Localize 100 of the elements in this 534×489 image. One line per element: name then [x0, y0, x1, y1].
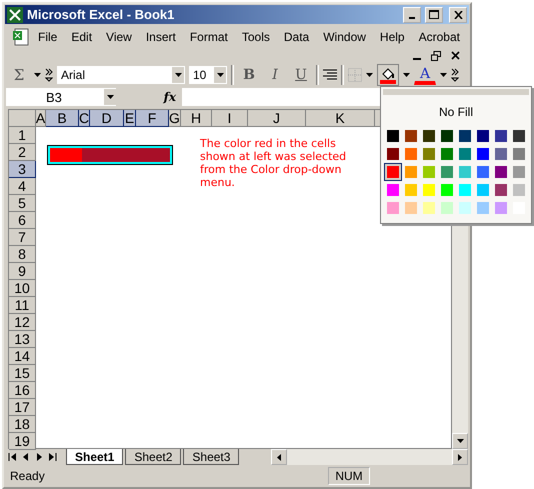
column-header[interactable]: B	[46, 110, 79, 128]
fill-color-button[interactable]	[377, 64, 399, 86]
sheet-tab[interactable]: Sheet1	[66, 449, 124, 466]
maximize-button[interactable]	[425, 6, 443, 23]
column-header[interactable]: K	[306, 110, 375, 128]
row-header[interactable]: 6	[9, 212, 36, 230]
fill-dropdown-icon[interactable]	[403, 73, 410, 77]
font-color-button[interactable]: A	[414, 65, 436, 85]
font-field[interactable]: Arial	[57, 66, 185, 84]
color-swatch[interactable]	[456, 199, 474, 217]
font-size-field[interactable]: 10	[189, 66, 227, 84]
color-swatch[interactable]	[492, 145, 510, 163]
row-header[interactable]: 15	[9, 365, 36, 382]
row-header[interactable]: 18	[9, 416, 36, 434]
horizontal-scrollbar[interactable]	[271, 449, 468, 466]
borders-dropdown-icon[interactable]	[366, 73, 373, 77]
autosum-dropdown-icon[interactable]	[34, 73, 41, 77]
color-swatch[interactable]	[474, 145, 492, 163]
column-header[interactable]: F	[136, 110, 169, 128]
color-swatch[interactable]	[402, 199, 420, 217]
row-header[interactable]: 12	[9, 314, 36, 332]
column-header[interactable]: H	[181, 110, 212, 128]
row-header[interactable]: 8	[9, 246, 36, 264]
row-header[interactable]: 19	[9, 433, 36, 450]
caret-icon[interactable]	[106, 95, 114, 100]
color-swatch[interactable]	[402, 163, 420, 181]
color-swatch[interactable]	[456, 145, 474, 163]
color-swatch[interactable]	[420, 145, 438, 163]
row-header[interactable]: 5	[9, 195, 36, 212]
color-swatch[interactable]	[384, 199, 402, 217]
color-swatch[interactable]	[402, 181, 420, 199]
caret-icon[interactable]	[216, 73, 224, 77]
color-swatch[interactable]	[456, 127, 474, 145]
color-swatch[interactable]	[438, 199, 456, 217]
color-swatch[interactable]	[420, 163, 438, 181]
font-color-dropdown-icon[interactable]	[440, 73, 447, 77]
insert-function-label[interactable]: fx	[116, 90, 182, 104]
column-header[interactable]: J	[248, 110, 306, 128]
color-swatch[interactable]	[438, 127, 456, 145]
row-header[interactable]: 4	[9, 178, 36, 196]
color-swatch[interactable]	[420, 199, 438, 217]
color-swatch[interactable]	[492, 163, 510, 181]
restore-icon[interactable]	[431, 50, 441, 61]
color-swatch[interactable]	[384, 127, 402, 145]
color-swatch[interactable]	[438, 181, 456, 199]
color-swatch[interactable]	[492, 181, 510, 199]
row-header[interactable]: 13	[9, 331, 36, 348]
color-swatch[interactable]	[456, 163, 474, 181]
menu-item[interactable]: File	[32, 28, 64, 46]
workbook-icon[interactable]	[12, 28, 30, 46]
sheet-tab[interactable]: Sheet3	[183, 449, 240, 466]
color-swatch[interactable]	[402, 127, 420, 145]
minimize-button[interactable]	[403, 6, 421, 23]
color-swatch[interactable]	[510, 145, 528, 163]
caret-icon[interactable]	[174, 73, 182, 77]
color-swatch[interactable]	[384, 163, 402, 181]
color-swatch[interactable]	[438, 163, 456, 181]
row-header[interactable]: 7	[9, 229, 36, 246]
color-swatch[interactable]	[492, 199, 510, 217]
menu-item[interactable]: Window	[317, 28, 372, 46]
color-swatch[interactable]	[474, 163, 492, 181]
color-swatch[interactable]	[384, 181, 402, 199]
column-header[interactable]: E	[124, 110, 136, 128]
sheet-tab[interactable]: Sheet2	[125, 449, 182, 466]
column-header[interactable]: C	[79, 110, 90, 128]
color-swatch[interactable]	[474, 127, 492, 145]
menu-item[interactable]: Insert	[140, 28, 182, 46]
menu-item[interactable]: Tools	[236, 28, 276, 46]
column-header[interactable]: A	[36, 110, 46, 128]
row-header[interactable]: 17	[9, 399, 36, 416]
color-swatch[interactable]	[510, 163, 528, 181]
close-button[interactable]	[449, 6, 467, 23]
menu-item[interactable]: Format	[184, 28, 234, 46]
menu-item[interactable]: Edit	[65, 28, 98, 46]
row-header[interactable]: 9	[9, 263, 36, 280]
row-header[interactable]: 14	[9, 348, 36, 366]
column-header[interactable]: I	[212, 110, 248, 128]
close-icon[interactable]	[451, 51, 460, 60]
column-header[interactable]: D	[90, 110, 124, 128]
row-header[interactable]: 16	[9, 382, 36, 400]
color-swatch[interactable]	[420, 127, 438, 145]
menu-item[interactable]: Help	[374, 28, 411, 46]
row-header[interactable]: 10	[9, 280, 36, 298]
row-header[interactable]: 3	[9, 161, 36, 178]
more-icon[interactable]	[45, 68, 53, 82]
row-header[interactable]: 11	[9, 297, 36, 314]
menu-item[interactable]: View	[100, 28, 138, 46]
column-header[interactable]: G	[169, 110, 181, 128]
selected-cell-range[interactable]	[48, 146, 172, 164]
name-box[interactable]: B3	[6, 88, 116, 106]
color-swatch[interactable]	[510, 181, 528, 199]
color-swatch[interactable]	[474, 181, 492, 199]
more-icon[interactable]	[451, 68, 459, 82]
row-header[interactable]: 2	[9, 144, 36, 162]
color-swatch[interactable]	[510, 127, 528, 145]
color-swatch[interactable]	[438, 145, 456, 163]
no-fill-button[interactable]: No Fill	[428, 103, 483, 121]
menu-item[interactable]: Acrobat	[412, 28, 466, 46]
menu-item[interactable]: Data	[278, 28, 316, 46]
color-swatch[interactable]	[492, 127, 510, 145]
